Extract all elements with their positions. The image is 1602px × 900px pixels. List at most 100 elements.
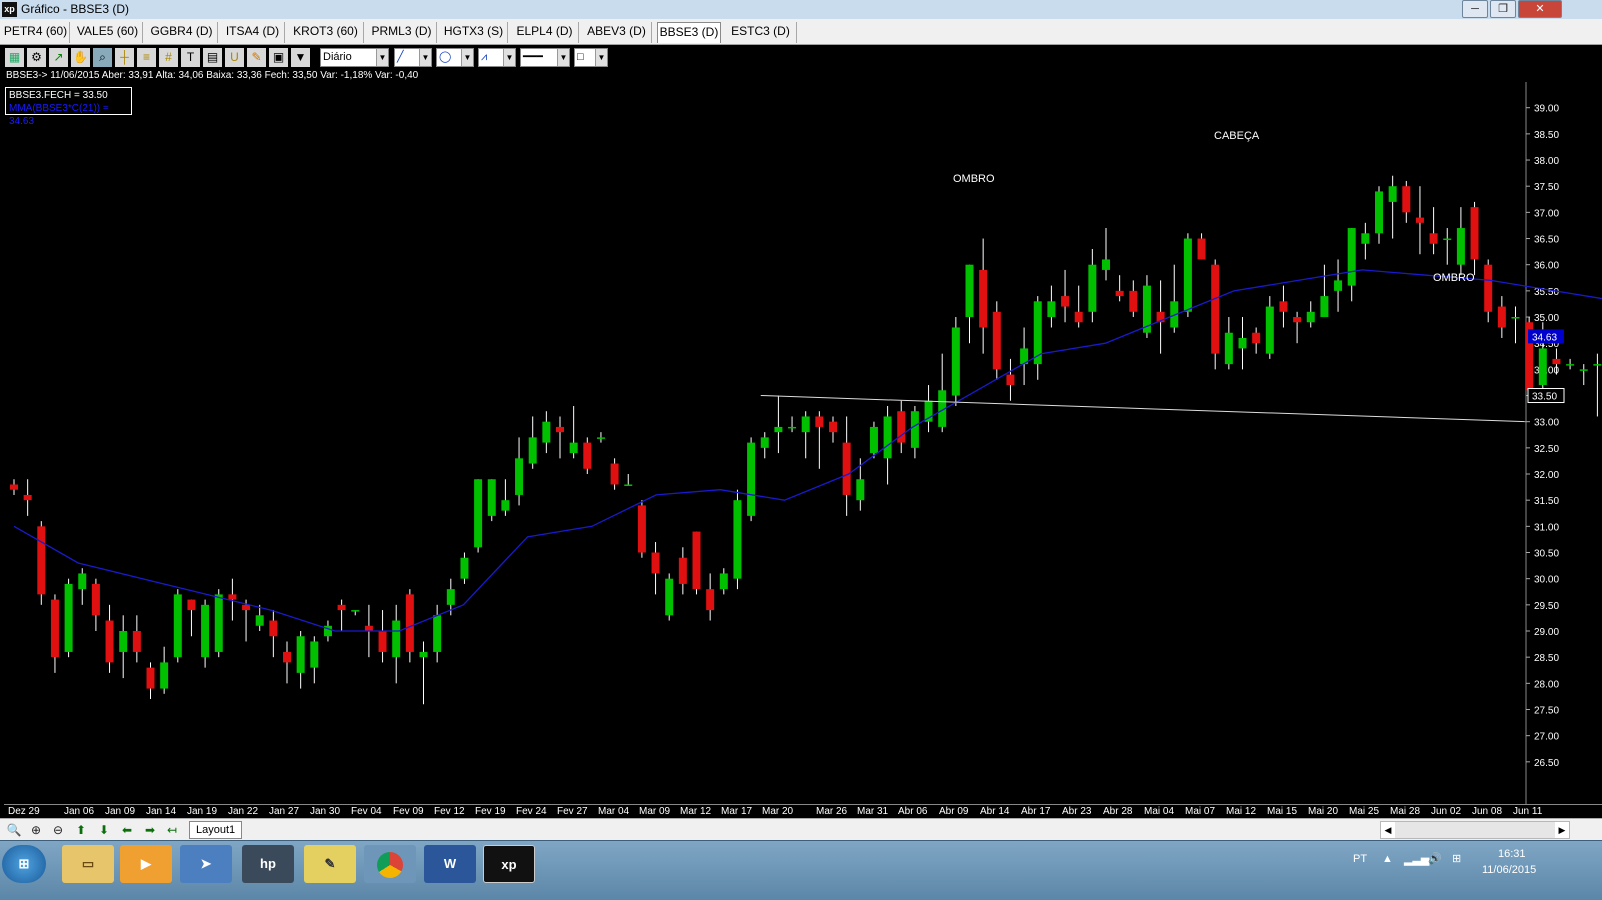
arrow-start-icon[interactable]: ↤: [163, 821, 181, 839]
xp-icon[interactable]: xp: [483, 845, 535, 883]
network-app-icon[interactable]: ➤: [180, 845, 232, 883]
period-select[interactable]: Diário ▼: [320, 48, 389, 67]
candle-body: [364, 625, 373, 632]
horizontal-scrollbar[interactable]: ◀ ▶: [1380, 821, 1570, 839]
scroll-left-icon[interactable]: ◀: [1381, 822, 1395, 838]
y-tick-label: 29.50: [1534, 601, 1559, 612]
tab-ggbr4[interactable]: GGBR4 (D): [146, 22, 218, 43]
tab-hgtx3[interactable]: HGTX3 (S): [440, 22, 508, 43]
candle-body: [1115, 290, 1124, 297]
candle-body: [173, 594, 182, 658]
restore-button[interactable]: ❐: [1490, 0, 1516, 18]
title-bar: xp Gráfico - BBSE3 (D) ─ ❐ ✕: [0, 0, 1602, 19]
y-tick-label: 38.50: [1534, 130, 1559, 141]
line-tool-icon: ╱: [397, 51, 404, 63]
candle-body: [624, 484, 633, 486]
candle-body: [1102, 259, 1110, 270]
crosshair-icon[interactable]: ┼: [115, 48, 134, 67]
hand-icon[interactable]: ✋: [71, 48, 90, 67]
action-center-icon[interactable]: ⊞: [1452, 852, 1461, 865]
line-style-select[interactable]: ━━━ ▼: [520, 48, 570, 67]
candle-body: [1402, 186, 1411, 213]
volume-icon[interactable]: 🔊: [1428, 852, 1442, 865]
tab-petr4[interactable]: PETR4 (60): [2, 22, 70, 43]
tab-elpl4[interactable]: ELPL4 (D): [511, 22, 579, 43]
candle-body: [91, 583, 100, 616]
candle-body: [487, 479, 496, 516]
symbol-tabs: PETR4 (60) VALE5 (60) GGBR4 (D) ITSA4 (D…: [0, 19, 1602, 45]
date-tick: Mai 15: [1267, 806, 1298, 817]
zoom-in-icon[interactable]: ⊕: [27, 821, 45, 839]
line-tool-select[interactable]: ╱ ▼: [394, 48, 432, 67]
clipboard-icon[interactable]: ▣: [269, 48, 288, 67]
tab-abev3[interactable]: ABEV3 (D): [582, 22, 652, 43]
candle-body: [979, 269, 988, 328]
calculator-icon[interactable]: ▤: [203, 48, 222, 67]
fan-tool-select[interactable]: ⩘ ▼: [478, 48, 516, 67]
fibonacci-icon[interactable]: ≡: [137, 48, 156, 67]
price-chart[interactable]: 39.0038.5038.0037.5037.0036.5036.0035.50…: [4, 82, 1602, 804]
clock-date[interactable]: 11/06/2015: [1482, 864, 1536, 876]
tray-arrow-icon[interactable]: ▲: [1382, 853, 1393, 865]
tab-estc3[interactable]: ESTC3 (D): [725, 22, 797, 43]
date-tick: Dez 29: [8, 806, 40, 817]
candle-body: [883, 416, 892, 459]
candle-body: [1129, 290, 1138, 312]
media-player-icon[interactable]: ▶: [120, 845, 172, 883]
date-tick: Fev 19: [475, 806, 506, 817]
chart-icon[interactable]: ▦: [5, 48, 24, 67]
notes-icon[interactable]: ✎: [304, 845, 356, 883]
chrome-icon[interactable]: [364, 845, 416, 883]
eraser-icon[interactable]: ✎: [247, 48, 266, 67]
candle-body: [1252, 332, 1261, 344]
candle-body: [651, 552, 660, 574]
candle-body: [706, 589, 715, 611]
candle-body: [842, 442, 851, 495]
start-orb-icon[interactable]: ⊞: [2, 845, 46, 883]
tab-prml3[interactable]: PRML3 (D): [367, 22, 437, 43]
zoom-area-icon[interactable]: ⌕: [93, 48, 112, 67]
candle-body: [1279, 301, 1288, 312]
clock-time[interactable]: 16:31: [1498, 848, 1526, 860]
language-indicator[interactable]: PT: [1353, 853, 1367, 865]
y-tick-label: 26.50: [1534, 758, 1559, 769]
gear-icon[interactable]: ⚙: [27, 48, 46, 67]
color-select[interactable]: □ ▼: [574, 48, 608, 67]
candle-body: [1265, 306, 1274, 354]
candle-body: [719, 573, 728, 590]
magnet-icon[interactable]: U: [225, 48, 244, 67]
candle-body: [242, 604, 251, 611]
app-window: xp Gráfico - BBSE3 (D) ─ ❐ ✕ PETR4 (60) …: [0, 0, 1602, 900]
arrow-down-icon[interactable]: ⬇: [95, 821, 113, 839]
minimize-button[interactable]: ─: [1462, 0, 1488, 18]
text-icon[interactable]: T: [181, 48, 200, 67]
annotation-head: CABEÇA: [1214, 130, 1260, 142]
arrow-left-icon[interactable]: ⬅: [118, 821, 136, 839]
scroll-right-icon[interactable]: ▶: [1555, 822, 1569, 838]
y-tick-label: 37.00: [1534, 208, 1559, 219]
explorer-icon[interactable]: ▭: [62, 845, 114, 883]
hp-icon[interactable]: hp: [242, 845, 294, 883]
y-tick-label: 32.50: [1534, 444, 1559, 455]
grid-icon[interactable]: #: [159, 48, 178, 67]
tab-bbse3[interactable]: BBSE3 (D): [657, 22, 721, 43]
date-tick: Mai 28: [1390, 806, 1421, 817]
date-tick: Abr 09: [939, 806, 969, 817]
close-button[interactable]: ✕: [1518, 0, 1562, 18]
candle-body: [214, 594, 223, 652]
word-icon[interactable]: W: [424, 845, 476, 883]
y-tick-label: 33.00: [1534, 418, 1559, 429]
tab-krot3[interactable]: KROT3 (60): [288, 22, 364, 43]
signal-icon[interactable]: ▂▃▅: [1404, 853, 1429, 866]
zoom-icon[interactable]: 🔍: [5, 821, 23, 839]
tab-vale5[interactable]: VALE5 (60): [73, 22, 143, 43]
arrow-up-icon[interactable]: ⬆: [72, 821, 90, 839]
filter-icon[interactable]: ▼: [291, 48, 310, 67]
arrow-right-icon[interactable]: ➡: [141, 821, 159, 839]
arrow-cursor-icon[interactable]: ↗: [49, 48, 68, 67]
zoom-out-icon[interactable]: ⊖: [49, 821, 67, 839]
layout-tab[interactable]: Layout1: [189, 821, 243, 839]
ellipse-tool-select[interactable]: ◯ ▼: [436, 48, 474, 67]
ellipse-tool-icon: ◯: [439, 51, 452, 63]
tab-itsa4[interactable]: ITSA4 (D): [221, 22, 285, 43]
